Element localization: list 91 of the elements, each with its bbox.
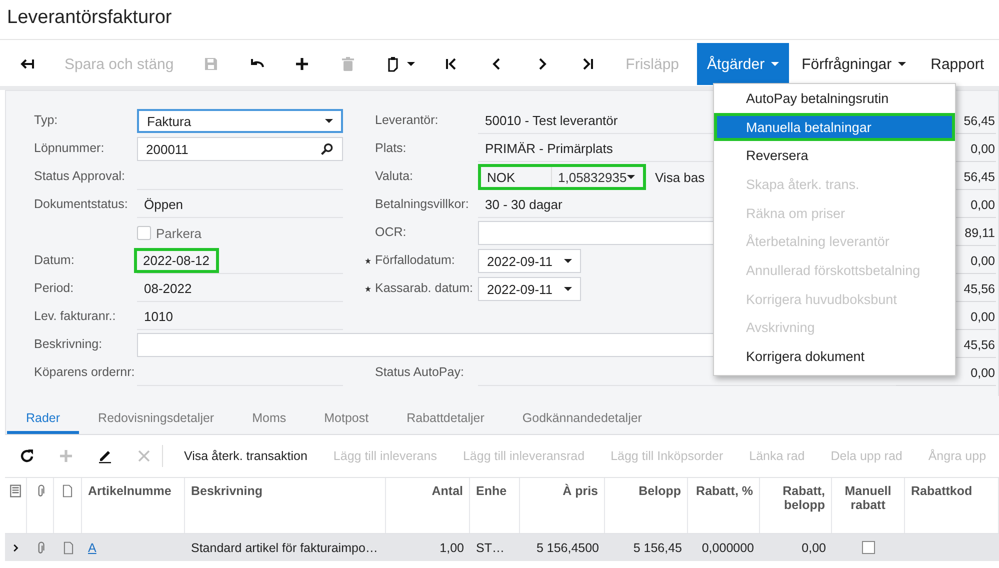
field-label: Lev. fakturanr.: [34,308,117,323]
caret-icon [770,62,779,66]
total-value: 45,56 [964,282,995,296]
total-value: 56,45 [964,170,995,184]
item-link[interactable]: A [88,540,96,554]
toolbar-button[interactable]: Rapport [916,43,999,85]
checkbox[interactable] [137,226,151,240]
grid-toolbar-button[interactable]: Visa återk. transaktion [170,449,320,463]
tab[interactable]: Godkännandedetaljer [503,411,661,434]
column-header[interactable]: Artikelnumme [88,484,172,498]
total-value: 89,11 [964,226,995,240]
menu-button[interactable]: Förfrågningar [792,43,916,85]
table-row[interactable]: A Standard artikel för fakturaimpo… 1,00 ST… 5 156,4500 5 156,45 0,000000 0,00 [5,534,999,561]
caret-icon [564,259,572,263]
column-header[interactable]: Manuell rabatt [834,484,902,512]
checkbox-label: Parkera [156,226,202,240]
table-cell: ST… [476,540,504,554]
menu-item[interactable]: Korrigera dokument [714,342,955,371]
menu-item[interactable]: AutoPay betalningsrutin [714,84,955,113]
file-icon [61,484,74,498]
total-value: 56,45 [964,114,995,128]
table-cell: 1,00 [440,540,464,554]
field-label: Förfallodatum: [375,252,456,267]
field-value: PRIMÄR - Primärplats [485,141,613,156]
field-label: Status Approval: [34,168,126,183]
field-label: OCR: [375,224,408,239]
table-cell: 0,000000 [702,540,754,554]
field-label: Plats: [375,140,408,155]
column-header[interactable]: Rabatt, belopp [766,484,825,512]
date-field[interactable]: 2022-09-11 [478,249,581,273]
page-title: Leverantörsfakturor [6,6,172,29]
total-value: 45,56 [964,338,995,352]
menu-item[interactable]: Reversera [714,141,955,170]
table-cell: Standard artikel för fakturaimpo… [191,540,378,554]
pencil-icon[interactable] [96,448,113,464]
toggle-button[interactable]: Visa bas [645,170,705,184]
tab[interactable]: Redovisningsdetaljer [79,411,234,434]
date-field[interactable]: 2022-09-11 [478,277,581,301]
field-label: Status AutoPay: [375,364,465,379]
field-label: Leverantör: [375,112,440,127]
menu-item[interactable]: Manuella betalningar [714,112,955,142]
caret-icon [626,175,635,179]
field-label: Köparens ordernr: [34,364,136,379]
column-header[interactable]: Belopp [638,484,681,498]
field-value: Öppen [144,197,184,212]
table-cell: 5 156,45 [633,540,682,554]
caret-icon [898,62,906,66]
field-value: 50010 - Test leverantör [485,113,618,128]
total-value: 0,00 [970,366,995,380]
field-value: 1010 [144,309,173,324]
total-value: 0,00 [970,142,995,156]
total-value: 0,00 [970,254,995,268]
field-value: 2022-08-12 [134,248,218,273]
tab[interactable]: Motpost [305,411,388,434]
column-header[interactable]: À pris [562,484,598,498]
total-value: 0,00 [970,310,995,324]
field-label: Datum: [34,252,76,267]
table-cell: 5 156,4500 [536,540,599,554]
field-label: Löpnummer: [34,140,106,155]
add-icon[interactable] [294,56,310,72]
menu-button[interactable]: Åtgärder [697,43,789,85]
caret-icon [564,287,572,291]
column-header[interactable]: Enhe [476,484,507,498]
column-header[interactable]: Beskrivning [191,484,263,498]
column-header[interactable]: Rabatt, % [696,484,753,498]
field-value: 08-2022 [144,281,192,296]
type-select[interactable]: Faktura [137,109,343,133]
file-icon [62,540,74,554]
field-label: Valuta: [375,168,414,183]
total-value: 0,00 [970,198,995,212]
field-label: Typ: [34,112,59,127]
checkbox[interactable] [862,541,875,554]
caret-icon [325,119,333,123]
field-label: Beskrivning: [34,336,104,351]
field-label: Kassarab. datum: [375,280,474,295]
tab[interactable]: Moms [233,411,306,434]
field-label: Dokumentstatus: [34,196,129,211]
refresh-icon[interactable] [19,448,36,464]
currency-field[interactable]: NOK 1,05832935 [478,164,646,190]
list-icon [9,484,22,498]
search-icon[interactable] [320,142,334,156]
column-header[interactable]: Antal [432,484,463,498]
table-cell: 0,00 [802,540,826,554]
tab[interactable]: Rabattdetaljer [388,411,504,434]
field-value: 30 - 30 dagar [485,197,562,212]
dropdown-caret-icon [406,62,415,66]
column-header[interactable]: Rabattkod [911,484,972,498]
tab[interactable]: Rader [7,411,80,434]
lookup-field[interactable]: 200011 [137,137,343,161]
field-label: Betalningsvillkor: [375,196,470,211]
field-label: Period: [34,280,75,295]
